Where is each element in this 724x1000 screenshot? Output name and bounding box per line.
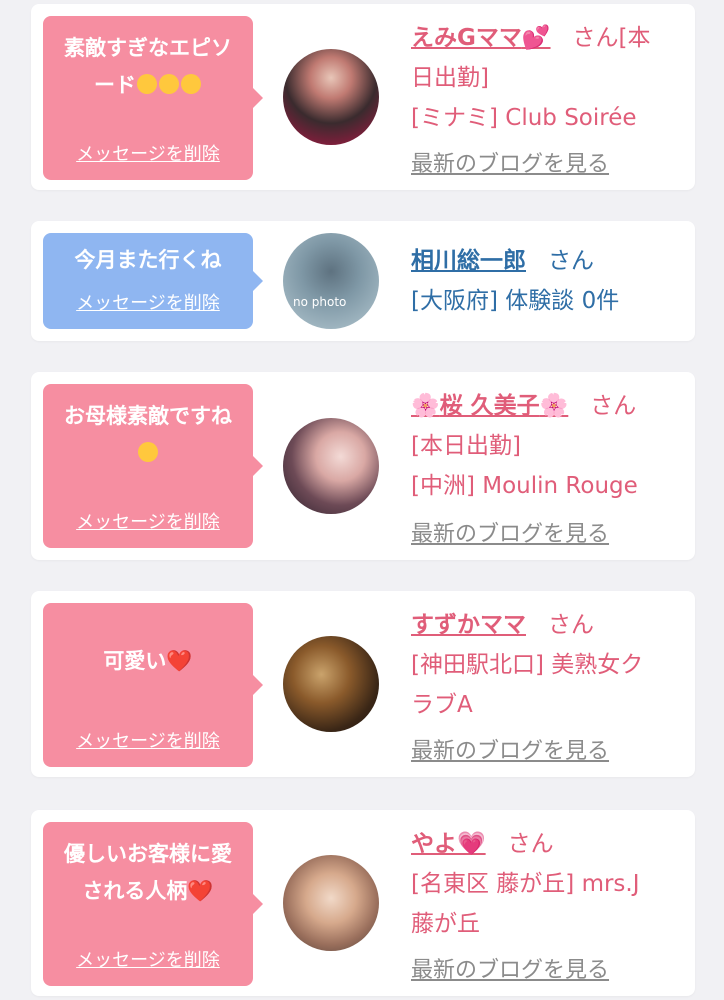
message-bubble: 素敵すぎなエピソ ード メッセージを削除 — [43, 16, 263, 180]
honorific: さん — [572, 25, 619, 51]
message-text: 優しいお客様に愛 される人柄❤️ — [53, 836, 243, 910]
message-card: 素敵すぎなエピソ ード メッセージを削除 えみGママ💕 さん[本 日出勤] [ミナ… — [31, 4, 695, 190]
message-card: 優しいお客様に愛 される人柄❤️ メッセージを削除 やよ💗 さん [名東区 藤が丘… — [31, 810, 695, 996]
avatar[interactable] — [283, 418, 379, 514]
no-photo-label: no photo — [293, 295, 347, 309]
sender-name-link[interactable]: 🌸桜 久美子🌸 — [411, 393, 568, 419]
two-hearts-icon: 💕 — [521, 25, 551, 51]
message-line: ード — [53, 67, 243, 104]
smiling-face-with-hearts-icon — [181, 74, 201, 94]
honorific: さん — [548, 248, 594, 274]
pleading-face-icon — [137, 74, 157, 94]
cherry-blossom-icon: 🌸 — [539, 393, 569, 419]
status-text: [本 — [618, 25, 651, 51]
latest-blog-link[interactable]: 最新のブログを見る — [411, 952, 609, 984]
message-line: 素敵すぎなエピソ — [64, 36, 232, 60]
message-bubble: 優しいお客様に愛 される人柄❤️ メッセージを削除 — [43, 822, 263, 986]
avatar[interactable] — [283, 636, 379, 732]
shop-info: ラブA — [411, 692, 473, 718]
delete-message-link[interactable]: メッセージを削除 — [43, 140, 253, 166]
message-bubble: 今月また行くね メッセージを削除 — [43, 233, 263, 329]
sender-info: やよ💗 さん [名東区 藤が丘] mrs.J 藤が丘 — [411, 824, 683, 944]
red-heart-icon: ❤️ — [166, 649, 193, 673]
message-text: お母様素敵ですね — [53, 398, 243, 472]
pleading-face-icon — [159, 74, 179, 94]
message-list: 素敵すぎなエピソ ード メッセージを削除 えみGママ💕 さん[本 日出勤] [ミナ… — [0, 0, 724, 1000]
message-line-text: される人柄 — [82, 879, 188, 903]
sender-info: えみGママ💕 さん[本 日出勤] [ミナミ] Club Soirée — [411, 18, 683, 138]
avatar[interactable]: no photo — [283, 233, 379, 329]
sender-name: やよ — [411, 831, 457, 857]
message-bubble: お母様素敵ですね メッセージを削除 — [43, 384, 263, 548]
message-card: 今月また行くね メッセージを削除 no photo 相川総一郎 さん [大阪府] … — [31, 221, 695, 341]
sender-name-row: すずかママ さん — [411, 605, 683, 645]
honorific: さん — [507, 831, 554, 857]
delete-message-link[interactable]: メッセージを削除 — [43, 946, 253, 972]
shop-info: [中洲] Moulin Rouge — [411, 473, 638, 499]
sender-info: 相川総一郎 さん [大阪府] 体験談 0件 — [411, 241, 683, 321]
honorific: さん — [548, 612, 594, 638]
avatar[interactable] — [283, 855, 379, 951]
sender-name-link[interactable]: すずかママ — [411, 612, 526, 638]
shop-info: [ミナミ] Club Soirée — [411, 105, 637, 131]
cherry-blossom-icon: 🌸 — [411, 393, 440, 419]
avatar[interactable] — [283, 49, 379, 145]
delete-message-link[interactable]: メッセージを削除 — [43, 727, 253, 753]
sender-name-row: やよ💗 さん — [411, 824, 683, 864]
message-line: お母様素敵ですね — [64, 404, 232, 428]
message-text: 可愛い❤️ — [53, 617, 243, 680]
delete-message-link[interactable]: メッセージを削除 — [43, 508, 253, 534]
message-line: 優しいお客様に愛 — [64, 842, 232, 866]
latest-blog-link[interactable]: 最新のブログを見る — [411, 516, 609, 548]
message-bubble: 可愛い❤️ メッセージを削除 — [43, 603, 263, 767]
honorific: さん — [590, 393, 637, 419]
latest-blog-link[interactable]: 最新のブログを見る — [411, 146, 609, 178]
message-card: お母様素敵ですね メッセージを削除 🌸桜 久美子🌸 さん [本日出勤] [中洲] … — [31, 372, 695, 560]
sender-name: 桜 久美子 — [439, 393, 540, 419]
message-line-text: 可愛い — [103, 649, 167, 673]
smiling-face-with-hearts-icon — [138, 442, 158, 462]
sender-info: 🌸桜 久美子🌸 さん [本日出勤] [中洲] Moulin Rouge — [411, 386, 683, 506]
delete-message-link[interactable]: メッセージを削除 — [43, 289, 253, 315]
sender-name-row: えみGママ💕 さん[本 — [411, 18, 683, 58]
message-text: 今月また行くね — [53, 247, 243, 273]
sender-info: すずかママ さん [神田駅北口] 美熟女ク ラブA — [411, 605, 683, 725]
shop-info: 藤が丘 — [411, 911, 480, 937]
message-line: 今月また行くね — [74, 248, 222, 272]
sparkling-heart-icon: 💗 — [457, 831, 486, 857]
status-text: 日出勤] — [411, 65, 489, 91]
message-line-text: ード — [94, 73, 136, 97]
message-text: 素敵すぎなエピソ ード — [53, 30, 243, 104]
status-text: [本日出勤] — [411, 433, 521, 459]
latest-blog-link[interactable]: 最新のブログを見る — [411, 733, 609, 765]
sender-name-link[interactable]: えみGママ💕 — [411, 25, 551, 51]
sender-name-link[interactable]: やよ💗 — [411, 831, 486, 857]
shop-info: [名東区 藤が丘] mrs.J — [411, 871, 640, 897]
red-heart-icon: ❤️ — [187, 879, 214, 903]
sender-details: [大阪府] 体験談 0件 — [411, 288, 620, 314]
sender-name-row: 相川総一郎 さん — [411, 241, 683, 281]
message-line — [53, 435, 243, 472]
sender-name-row: 🌸桜 久美子🌸 さん — [411, 386, 683, 426]
shop-info: [神田駅北口] 美熟女ク — [411, 652, 644, 678]
sender-name: えみGママ — [411, 25, 522, 51]
sender-name-link[interactable]: 相川総一郎 — [411, 248, 526, 274]
message-card: 可愛い❤️ メッセージを削除 すずかママ さん [神田駅北口] 美熟女ク ラブA … — [31, 591, 695, 777]
message-line: される人柄❤️ — [53, 873, 243, 910]
message-line: 可愛い❤️ — [53, 643, 243, 680]
